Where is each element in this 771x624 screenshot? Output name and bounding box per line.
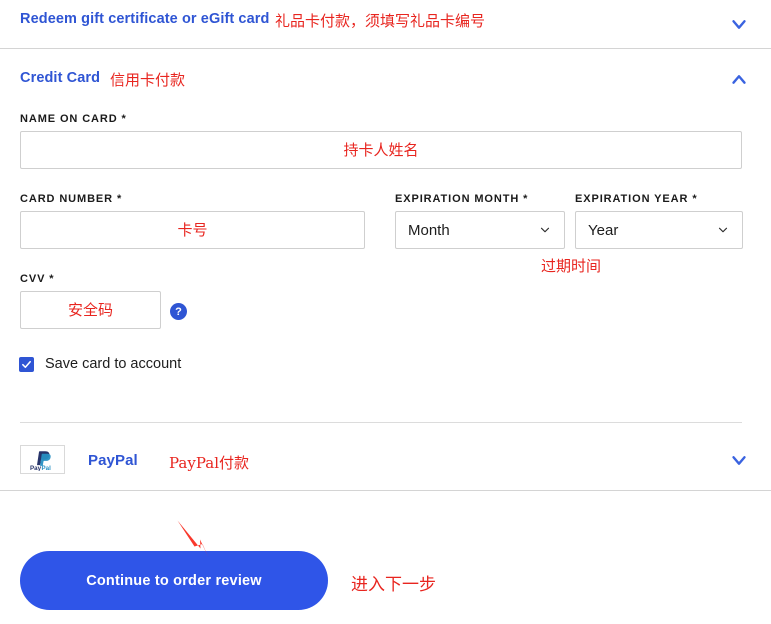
required-asterisk: *	[49, 273, 55, 285]
expiration-year-label-text: EXPIRATION YEAR	[575, 193, 689, 205]
gift-card-title[interactable]: Redeem gift certificate or eGift card	[20, 11, 269, 27]
continue-annotation: 进入下一步	[351, 575, 436, 595]
section-gift-card[interactable]: Redeem gift certificate or eGift card 礼品…	[0, 0, 771, 48]
chevron-down-icon	[716, 223, 730, 237]
chevron-down-icon[interactable]	[728, 449, 750, 471]
save-card-label: Save card to account	[45, 356, 182, 372]
divider-paypal-bottom	[0, 490, 771, 491]
expiration-month-select[interactable]: Month	[395, 211, 565, 249]
paypal-title[interactable]: PayPal	[88, 452, 138, 469]
name-on-card-label: NAME ON CARD *	[20, 113, 127, 125]
continue-to-order-review-button[interactable]: Continue to order review	[20, 551, 328, 610]
card-number-label-text: CARD NUMBER	[20, 193, 114, 205]
paypal-logo-icon: Pay Pal	[20, 445, 65, 474]
name-on-card-label-text: NAME ON CARD	[20, 113, 118, 125]
credit-card-title[interactable]: Credit Card	[20, 70, 100, 86]
expiration-year-value: Year	[588, 221, 619, 239]
chevron-down-icon[interactable]	[728, 13, 750, 35]
cvv-label-text: CVV	[20, 273, 46, 285]
section-paypal[interactable]: Pay Pal PayPal PayPal付款	[0, 423, 771, 490]
svg-text:Pay: Pay	[30, 465, 42, 471]
card-number-input[interactable]	[20, 211, 365, 249]
expiration-year-select-box[interactable]: Year	[575, 211, 743, 249]
chevron-down-icon	[538, 223, 552, 237]
gift-card-annotation: 礼品卡付款，须填写礼品卡编号	[275, 12, 486, 30]
paypal-annotation: PayPal付款	[169, 454, 249, 472]
checkout-payment-page: Redeem gift certificate or eGift card 礼品…	[0, 0, 771, 624]
required-asterisk: *	[121, 113, 127, 125]
credit-card-annotation: 信用卡付款	[110, 71, 186, 89]
required-asterisk: *	[116, 193, 123, 205]
save-card-checkbox[interactable]	[19, 356, 34, 372]
name-on-card-input[interactable]	[20, 131, 742, 169]
cvv-help-icon[interactable]: ?	[170, 303, 187, 320]
expiration-month-select-box[interactable]: Month	[395, 211, 565, 249]
cvv-help-glyph: ?	[175, 305, 182, 318]
expiration-month-value: Month	[408, 221, 450, 239]
required-asterisk: *	[523, 193, 529, 205]
expiration-annotation: 过期时间	[541, 257, 602, 275]
expiration-year-select[interactable]: Year	[575, 211, 743, 249]
expiration-month-label-text: EXPIRATION MONTH	[395, 193, 520, 205]
card-number-label: CARD NUMBER *	[20, 193, 122, 205]
expiration-year-label: EXPIRATION YEAR *	[575, 193, 698, 205]
expiration-month-label: EXPIRATION MONTH *	[395, 193, 528, 205]
save-card-row[interactable]: Save card to account	[19, 356, 181, 372]
required-asterisk: *	[692, 193, 698, 205]
cvv-input[interactable]	[20, 291, 161, 329]
chevron-up-icon[interactable]	[728, 68, 750, 90]
section-credit-card[interactable]: Credit Card 信用卡付款	[0, 49, 771, 103]
cvv-label: CVV *	[20, 273, 54, 285]
svg-text:Pal: Pal	[41, 465, 51, 471]
